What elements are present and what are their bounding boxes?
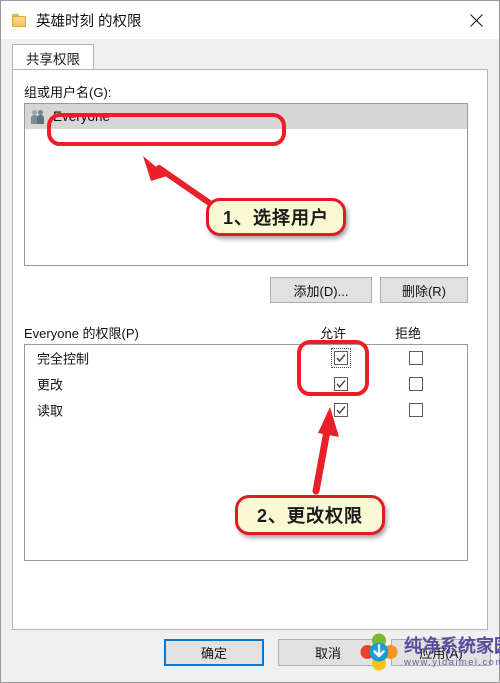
deny-checkbox-read[interactable] xyxy=(409,403,423,417)
permissions-header-label: Everyone 的权限(P) xyxy=(24,326,139,341)
watermark: 纯净系统家园 www.yidaimei.com xyxy=(360,633,500,671)
permission-name: 更改 xyxy=(37,377,64,393)
permission-name: 读取 xyxy=(37,403,64,419)
list-item-label: Everyone xyxy=(53,109,111,124)
tab-share-permissions[interactable]: 共享权限 xyxy=(12,44,94,70)
add-button[interactable]: 添加(D)... xyxy=(270,277,372,303)
users-icon xyxy=(31,109,47,124)
tab-label: 共享权限 xyxy=(26,51,80,67)
watermark-site-url: www.yidaimei.com xyxy=(404,656,500,668)
column-header-deny: 拒绝 xyxy=(395,326,422,341)
permissions-dialog-window: 英雄时刻 的权限 共享权限 组或用户名(G): Everyone 添加(D)..… xyxy=(0,0,500,683)
download-flower-logo-icon xyxy=(360,633,398,671)
tab-strip: 共享权限 xyxy=(12,44,488,70)
table-row[interactable]: 完全控制 xyxy=(25,345,467,371)
folder-icon xyxy=(12,13,27,27)
deny-checkbox-full-control[interactable] xyxy=(409,351,423,365)
remove-button-label: 删除(R) xyxy=(401,283,447,299)
annotation-callout-2: 2、更改权限 xyxy=(235,495,385,535)
ok-button[interactable]: 确定 xyxy=(164,639,264,666)
window-title: 英雄时刻 的权限 xyxy=(36,13,142,30)
allow-checkbox-read[interactable] xyxy=(334,403,348,417)
dialog-client-area: 共享权限 组或用户名(G): Everyone 添加(D)... 删除(R) E… xyxy=(1,39,499,682)
group-user-listbox[interactable]: Everyone xyxy=(24,103,468,266)
annotation-callout-1: 1、选择用户 xyxy=(206,198,346,236)
title-bar: 英雄时刻 的权限 xyxy=(1,1,499,39)
allow-checkbox-full-control[interactable] xyxy=(331,348,351,368)
ok-button-label: 确定 xyxy=(200,646,227,661)
close-icon[interactable] xyxy=(453,1,499,39)
deny-checkbox-change[interactable] xyxy=(409,377,423,391)
tab-page-share-permissions: 组或用户名(G): Everyone 添加(D)... 删除(R) Everyo… xyxy=(12,69,488,630)
remove-button[interactable]: 删除(R) xyxy=(380,277,468,303)
watermark-site-name: 纯净系统家园 xyxy=(404,635,500,656)
allow-checkbox-change[interactable] xyxy=(334,377,348,391)
group-or-usernames-label: 组或用户名(G): xyxy=(24,85,112,100)
table-row[interactable]: 更改 xyxy=(25,371,467,397)
cancel-button-label: 取消 xyxy=(314,646,341,661)
permission-name: 完全控制 xyxy=(37,351,90,367)
table-row[interactable]: 读取 xyxy=(25,397,467,423)
column-header-allow: 允许 xyxy=(320,326,347,341)
add-button-label: 添加(D)... xyxy=(293,283,349,299)
list-item[interactable]: Everyone xyxy=(25,104,467,129)
